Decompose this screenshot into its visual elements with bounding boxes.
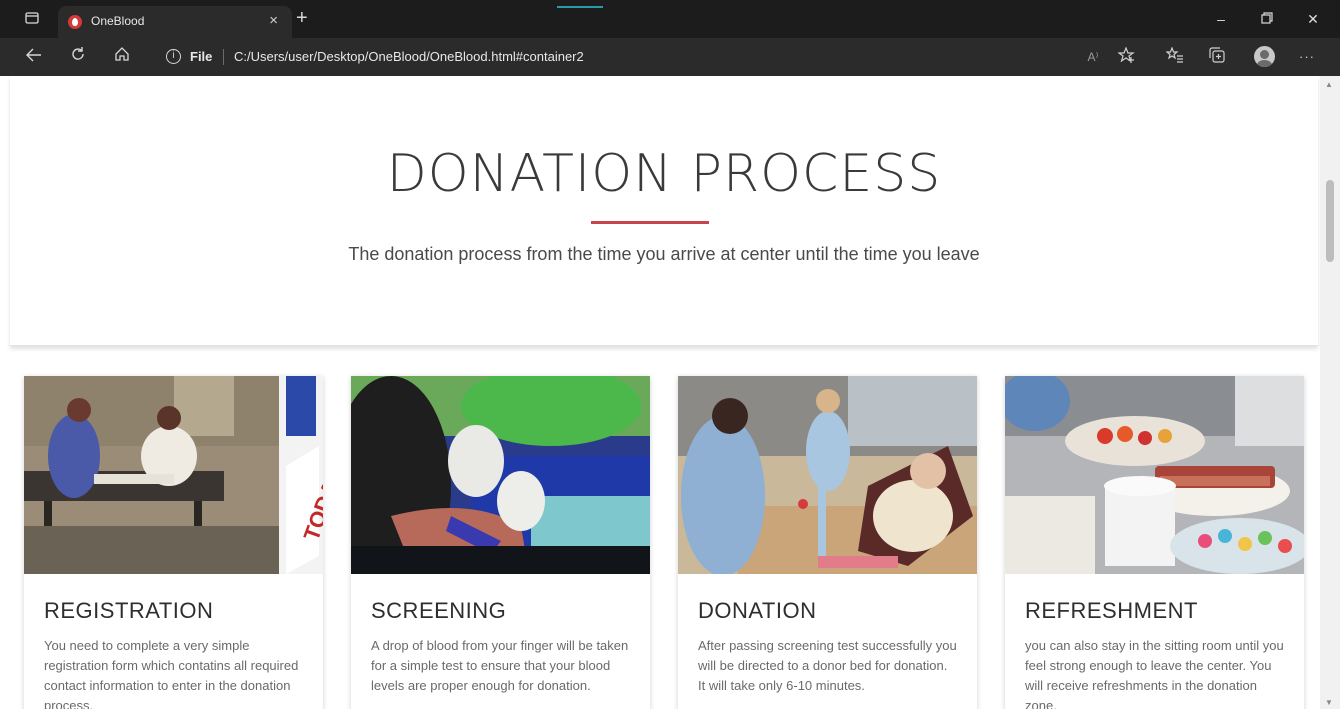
step-description: A drop of blood from your finger will be…	[371, 638, 629, 693]
donation-process-header: DONATION PROCESS The donation process fr…	[10, 76, 1318, 346]
tab-actions-icon[interactable]	[21, 9, 43, 29]
browser-tab-bar: OneBlood × + – ✕	[0, 0, 1340, 38]
step-card-refreshment: REFRESHMENT you can also stay in the sit…	[1005, 376, 1304, 709]
step-card-registration: TODAY REGISTRATION You need to complete …	[24, 376, 323, 709]
read-aloud-icon[interactable]: A⁾	[1082, 47, 1104, 67]
drag-region-accent	[557, 6, 603, 8]
url-text[interactable]: C:/Users/user/Desktop/OneBlood/OneBlood.…	[234, 49, 584, 64]
browser-tab[interactable]: OneBlood ×	[58, 6, 292, 38]
tab-title: OneBlood	[91, 14, 145, 28]
minimize-icon[interactable]: –	[1210, 9, 1232, 29]
title-underline	[591, 221, 709, 224]
step-description: After passing screening test successfull…	[698, 638, 957, 693]
step-title: REFRESHMENT	[1025, 598, 1198, 623]
scrollbar-thumb[interactable]	[1326, 180, 1334, 262]
step-title: DONATION	[698, 598, 817, 623]
restore-icon[interactable]	[1256, 9, 1278, 29]
scroll-down-icon[interactable]: ▼	[1325, 698, 1333, 707]
registration-photo: TODAY	[24, 376, 323, 574]
favorites-icon[interactable]	[1164, 46, 1186, 67]
page-title: DONATION PROCESS	[386, 144, 942, 204]
tab-close-icon[interactable]: ×	[269, 12, 278, 29]
collections-icon[interactable]	[1206, 47, 1228, 67]
donation-photo	[678, 376, 977, 574]
process-steps: TODAY REGISTRATION You need to complete …	[0, 376, 1320, 709]
home-icon[interactable]	[110, 46, 134, 68]
screening-photo	[351, 376, 650, 574]
scroll-up-icon[interactable]: ▲	[1325, 80, 1333, 89]
page-subtitle: The donation process from the time you a…	[348, 244, 980, 264]
profile-icon[interactable]	[1254, 46, 1275, 67]
refresh-icon[interactable]	[66, 46, 90, 68]
scheme-label: File	[190, 49, 213, 64]
step-title: SCREENING	[371, 598, 507, 623]
step-card-screening: SCREENING A drop of blood from your fing…	[351, 376, 650, 709]
step-description: You need to complete a very simple regis…	[44, 638, 299, 709]
add-favorite-icon[interactable]	[1116, 46, 1138, 67]
step-description: you can also stay in the sitting room un…	[1025, 638, 1284, 709]
step-title: REGISTRATION	[44, 598, 214, 623]
site-info-icon[interactable]: i	[166, 49, 181, 64]
step-card-donation: DONATION After passing screening test su…	[678, 376, 977, 709]
address-bar[interactable]: i File C:/Users/user/Desktop/OneBlood/On…	[150, 44, 1070, 70]
page-viewport: DONATION PROCESS The donation process fr…	[0, 76, 1320, 709]
more-icon[interactable]: ···	[1296, 47, 1318, 67]
new-tab-icon[interactable]: +	[296, 8, 308, 28]
page-scrollbar[interactable]: ▲ ▼	[1320, 76, 1340, 709]
close-window-icon[interactable]: ✕	[1302, 9, 1324, 29]
oneblood-favicon-icon	[68, 15, 82, 29]
back-icon[interactable]	[22, 46, 46, 68]
address-separator	[223, 49, 224, 65]
browser-toolbar: i File C:/Users/user/Desktop/OneBlood/On…	[0, 38, 1340, 76]
refreshment-photo	[1005, 376, 1304, 574]
